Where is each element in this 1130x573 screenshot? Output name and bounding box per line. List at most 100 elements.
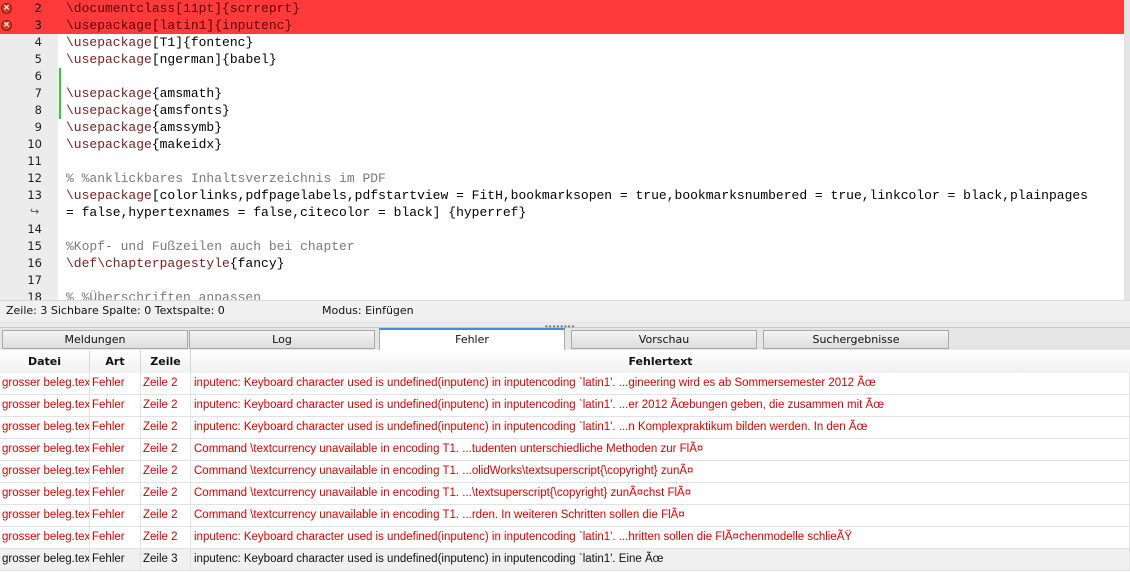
- code-line[interactable]: 15 %Kopf- und Fußzeilen auch bei chapter: [0, 238, 1124, 255]
- type-cell: Fehler: [90, 439, 141, 460]
- file-cell: grosser beleg.tex: [0, 461, 90, 482]
- latex-argument: {amsfonts}: [151, 103, 230, 118]
- type-cell: Fehler: [90, 417, 141, 438]
- file-cell: grosser beleg.tex: [0, 483, 90, 504]
- line-number: 10: [27, 137, 42, 151]
- message-cell: inputenc: Keyboard character used is und…: [191, 527, 1130, 548]
- line-cell: Zeile 3: [141, 549, 191, 570]
- type-cell: Fehler: [90, 395, 141, 416]
- code-text[interactable]: \usepackage[latin1]{inputenc}: [66, 17, 292, 34]
- file-cell: grosser beleg.tex: [0, 439, 90, 460]
- code-text[interactable]: \usepackage[ngerman]{babel}: [66, 51, 277, 68]
- cursor-position: Zeile: 3 Sichbare Spalte: 0 Textspalte: …: [6, 304, 225, 317]
- code-text[interactable]: \usepackage{amsmath}: [66, 85, 222, 102]
- line-cell: Zeile 2: [141, 527, 191, 548]
- table-row[interactable]: grosser beleg.tex Fehler Zeile 2 Command \t…: [0, 505, 1130, 527]
- message-tabs: Meldungen Log Fehler Vorschau Suchergebn…: [0, 328, 1130, 350]
- file-cell: grosser beleg.tex: [0, 417, 90, 438]
- table-row[interactable]: grosser beleg.tex Fehler Zeile 2 Command \t…: [0, 483, 1130, 505]
- code-line[interactable]: 10 \usepackage{makeidx}: [0, 136, 1124, 153]
- tab-suchergebnisse[interactable]: Suchergebnisse: [763, 330, 949, 349]
- tab-meldungen[interactable]: Meldungen: [2, 330, 188, 349]
- table-row[interactable]: grosser beleg.tex Fehler Zeile 2 inputenc: …: [0, 527, 1130, 549]
- latex-command: \usepackage: [66, 86, 152, 101]
- line-cell: Zeile 2: [141, 417, 191, 438]
- latex-argument: [T1]{fontenc}: [151, 35, 254, 50]
- latex-command: \usepackage: [66, 35, 152, 50]
- type-cell: Fehler: [90, 505, 141, 526]
- latex-argument: {fancy}: [229, 256, 285, 271]
- panel-splitter[interactable]: ••••••••: [0, 321, 1130, 331]
- latex-argument: {makeidx}: [151, 137, 223, 152]
- code-line[interactable]: × 2 \documentclass[11pt]{scrreprt}: [0, 0, 1124, 17]
- code-text[interactable]: = false,hypertexnames = false,citecolor …: [66, 204, 526, 221]
- table-row[interactable]: grosser beleg.tex Fehler Zeile 2 inputenc: …: [0, 395, 1130, 417]
- code-line[interactable]: 6: [0, 68, 1124, 85]
- tab-vorschau[interactable]: Vorschau: [571, 330, 757, 349]
- tab-log[interactable]: Log: [189, 330, 375, 349]
- code-line[interactable]: 11: [0, 153, 1124, 170]
- column-header-fehlertext[interactable]: Fehlertext: [191, 350, 1130, 373]
- code-line[interactable]: 4 \usepackage[T1]{fontenc}: [0, 34, 1124, 51]
- message-cell: Command \textcurrency unavailable in enc…: [191, 461, 1130, 482]
- code-text[interactable]: \usepackage[colorlinks,pdfpagelabels,pdf…: [66, 187, 1088, 204]
- code-line[interactable]: ↪ = false,hypertexnames = false,citecolor…: [0, 204, 1124, 221]
- file-cell: grosser beleg.tex: [0, 395, 90, 416]
- code-line[interactable]: 13 \usepackage[colorlinks,pdfpagelabels,p…: [0, 187, 1124, 204]
- code-line[interactable]: 9 \usepackage{amssymb}: [0, 119, 1124, 136]
- code-text[interactable]: % %Überschriften anpassen: [66, 289, 261, 300]
- code-line[interactable]: 18 % %Überschriften anpassen: [0, 289, 1124, 300]
- code-line[interactable]: 17: [0, 272, 1124, 289]
- code-editor[interactable]: × 2 \documentclass[11pt]{scrreprt} × 3 \usepa…: [0, 0, 1130, 300]
- change-marker: [59, 102, 61, 119]
- line-number: 9: [34, 120, 42, 134]
- latex-command: \def\chapterpagestyle: [66, 256, 230, 271]
- line-wrap-icon: ↪: [30, 205, 40, 218]
- code-line[interactable]: 12 % %anklickbares Inhaltsverzeichnis im …: [0, 170, 1124, 187]
- code-text[interactable]: \usepackage{amssymb}: [66, 119, 222, 136]
- code-line[interactable]: 16 \def\chapterpagestyle{fancy}: [0, 255, 1124, 272]
- line-cell: Zeile 2: [141, 505, 191, 526]
- editor-scrollbar[interactable]: [1124, 0, 1130, 300]
- tab-fehler[interactable]: Fehler: [379, 328, 565, 350]
- line-number: 3: [34, 18, 42, 32]
- code-text[interactable]: \def\chapterpagestyle{fancy}: [66, 255, 284, 272]
- code-line[interactable]: 5 \usepackage[ngerman]{babel}: [0, 51, 1124, 68]
- type-cell: Fehler: [90, 373, 141, 394]
- line-number: 5: [34, 52, 42, 66]
- table-row[interactable]: grosser beleg.tex Fehler Zeile 2 inputenc: …: [0, 417, 1130, 439]
- column-header-zeile[interactable]: Zeile: [141, 350, 191, 373]
- column-header-art[interactable]: Art: [90, 350, 141, 373]
- message-cell: inputenc: Keyboard character used is und…: [191, 417, 1130, 438]
- file-cell: grosser beleg.tex: [0, 527, 90, 548]
- line-number: 8: [34, 103, 42, 117]
- line-number: 14: [27, 222, 42, 236]
- latex-argument: = false,hypertexnames = false,citecolor …: [66, 205, 527, 220]
- code-line[interactable]: 8 \usepackage{amsfonts}: [0, 102, 1124, 119]
- line-number: 17: [27, 273, 42, 287]
- code-text[interactable]: %Kopf- und Fußzeilen auch bei chapter: [66, 238, 355, 255]
- code-line[interactable]: 14: [0, 221, 1124, 238]
- table-row[interactable]: grosser beleg.tex Fehler Zeile 2 inputenc: …: [0, 373, 1130, 395]
- table-row[interactable]: grosser beleg.tex Fehler Zeile 3 inputenc: …: [0, 549, 1130, 571]
- code-text[interactable]: \usepackage[T1]{fontenc}: [66, 34, 253, 51]
- column-header-datei[interactable]: Datei: [0, 350, 90, 373]
- table-row[interactable]: grosser beleg.tex Fehler Zeile 2 Command \t…: [0, 461, 1130, 483]
- latex-comment: % %Überschriften anpassen: [66, 290, 262, 300]
- file-cell: grosser beleg.tex: [0, 549, 90, 570]
- type-cell: Fehler: [90, 527, 141, 548]
- line-number: 13: [27, 188, 42, 202]
- table-row[interactable]: grosser beleg.tex Fehler Zeile 2 Command \t…: [0, 439, 1130, 461]
- code-text[interactable]: \documentclass[11pt]{scrreprt}: [66, 0, 300, 17]
- code-text[interactable]: % %anklickbares Inhaltsverzeichnis im PD…: [66, 170, 386, 187]
- change-marker: [59, 68, 61, 85]
- latex-command: \usepackage: [66, 188, 152, 203]
- code-text[interactable]: \usepackage{amsfonts}: [66, 102, 230, 119]
- line-number: 4: [34, 35, 42, 49]
- code-text[interactable]: \usepackage{makeidx}: [66, 136, 222, 153]
- latex-comment: %Kopf- und Fußzeilen auch bei chapter: [66, 239, 355, 254]
- message-cell: inputenc: Keyboard character used is und…: [191, 549, 1130, 570]
- code-line[interactable]: 7 \usepackage{amsmath}: [0, 85, 1124, 102]
- line-number: 18: [27, 290, 42, 300]
- code-line[interactable]: × 3 \usepackage[latin1]{inputenc}: [0, 17, 1124, 34]
